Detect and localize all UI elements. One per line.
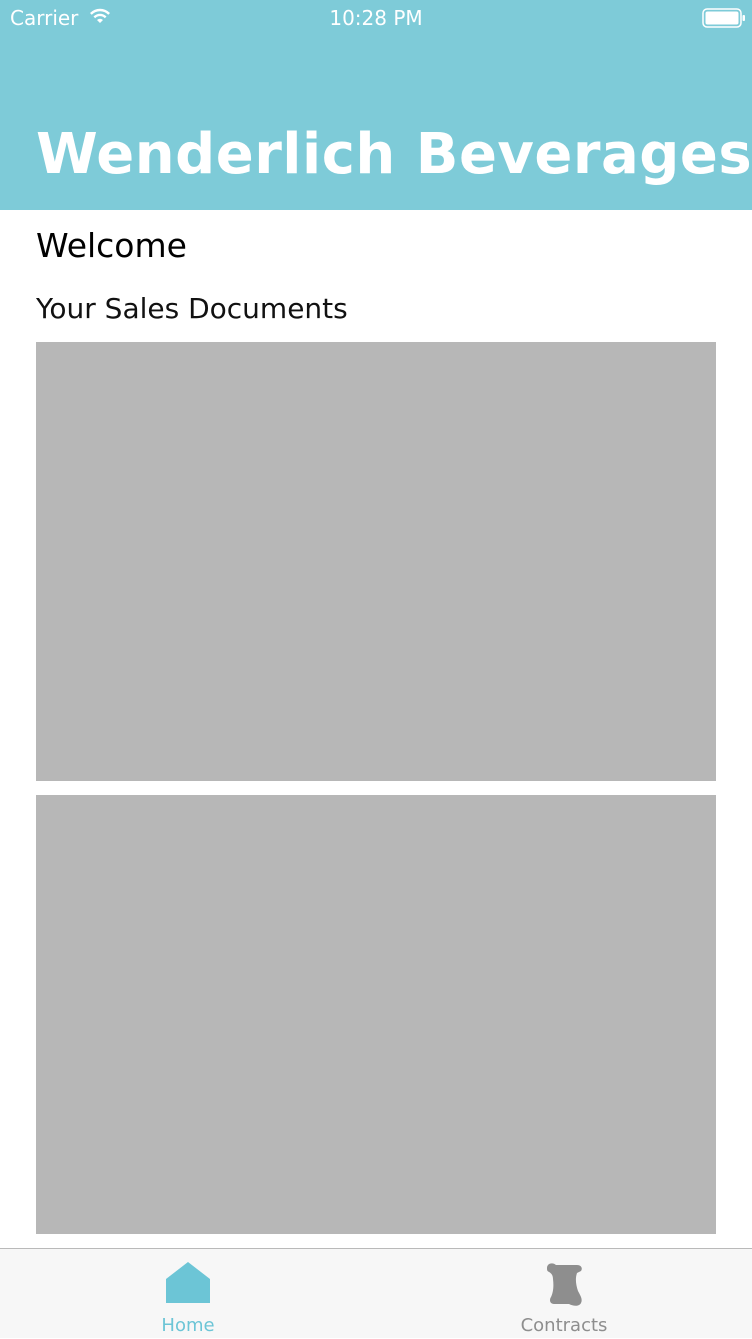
status-time: 10:28 PM [329, 6, 423, 30]
tab-home[interactable]: Home [0, 1249, 376, 1339]
tab-bar: Home Contracts [0, 1248, 752, 1338]
sales-document-placeholder[interactable] [36, 342, 716, 781]
scroll-icon [539, 1259, 589, 1309]
sales-document-placeholder[interactable] [36, 795, 716, 1234]
tab-home-label: Home [161, 1315, 215, 1336]
home-icon [163, 1259, 213, 1309]
sales-documents-heading: Your Sales Documents [36, 292, 348, 325]
status-bar: Carrier 10:28 PM [0, 0, 752, 36]
tab-contracts[interactable]: Contracts [376, 1249, 752, 1339]
battery-icon [702, 8, 745, 28]
welcome-heading: Welcome [36, 226, 187, 265]
app-title: Wenderlich Beverages [36, 122, 752, 187]
tab-contracts-label: Contracts [520, 1315, 608, 1336]
